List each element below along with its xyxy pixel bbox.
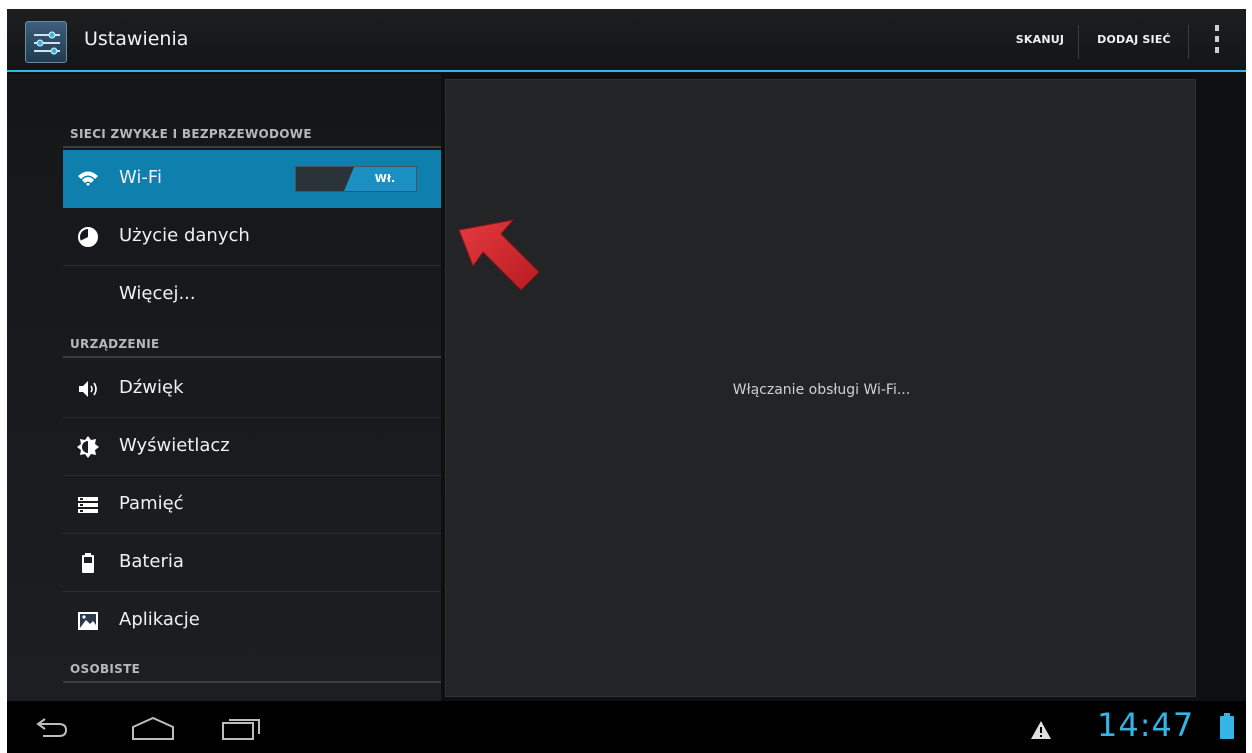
tablet-screen: Ustawienia SKANUJ DODAJ SIEĆ SIECI ZWYKŁ… [7,9,1246,753]
action-divider [1078,25,1079,59]
settings-item-apps[interactable]: Aplikacje [63,592,441,650]
apps-icon [77,610,99,632]
action-divider [1188,25,1189,59]
settings-item-label: Wyświetlacz [119,435,230,456]
action-bar: Ustawienia SKANUJ DODAJ SIEĆ [7,9,1246,72]
warning-icon [1031,721,1051,739]
settings-item-label: Więcej... [119,283,196,304]
section-header-device: URZĄDZENIE [63,326,441,358]
settings-sliders-icon[interactable] [25,21,67,63]
settings-item-label: Aplikacje [119,609,200,630]
wifi-toggle-switch[interactable]: Wł. [295,166,417,192]
brightness-icon [77,436,99,458]
toggle-label: Wł. [374,172,396,185]
app-title: Ustawienia [84,28,189,50]
settings-item-label: Wi-Fi [119,167,162,188]
navigation-bar: 14:47 [7,701,1246,753]
settings-item-storage[interactable]: Pamięć [63,476,441,534]
data-usage-icon [77,226,99,248]
wifi-detail-pane: Włączanie obsługi Wi-Fi... [445,79,1196,697]
settings-item-battery[interactable]: Bateria [63,534,441,592]
wifi-icon [77,168,99,190]
settings-item-more[interactable]: Więcej... [63,266,441,324]
settings-item-display[interactable]: Wyświetlacz [63,418,441,476]
overflow-menu-icon[interactable] [1202,23,1232,59]
battery-icon [77,552,99,574]
battery-status-icon [1220,713,1234,739]
add-network-button[interactable]: DODAJ SIEĆ [1085,21,1183,59]
annotation-arrow-icon [458,219,540,291]
settings-item-label: Bateria [119,551,184,572]
recents-icon[interactable] [219,715,263,741]
wifi-status-text: Włączanie obsługi Wi-Fi... [732,382,911,398]
settings-item-label: Pamięć [119,493,184,514]
section-header-personal: OSOBISTE [63,651,441,683]
home-icon[interactable] [131,715,175,741]
storage-icon [77,494,99,516]
speaker-icon [77,378,99,400]
settings-item-label: Dźwięk [119,377,184,398]
section-header-wireless: SIECI ZWYKŁE I BEZPRZEWODOWE [63,116,441,148]
status-clock: 14:47 [1097,706,1195,744]
settings-item-label: Użycie danych [119,225,250,246]
scan-button[interactable]: SKANUJ [1007,21,1073,59]
settings-item-sound[interactable]: Dźwięk [63,360,441,418]
settings-item-wifi[interactable]: Wi-Fi Wł. [63,150,441,208]
settings-item-data-usage[interactable]: Użycie danych [63,208,441,266]
back-icon[interactable] [35,715,69,739]
settings-list: SIECI ZWYKŁE I BEZPRZEWODOWE Wi-Fi Wł. U… [7,74,441,701]
